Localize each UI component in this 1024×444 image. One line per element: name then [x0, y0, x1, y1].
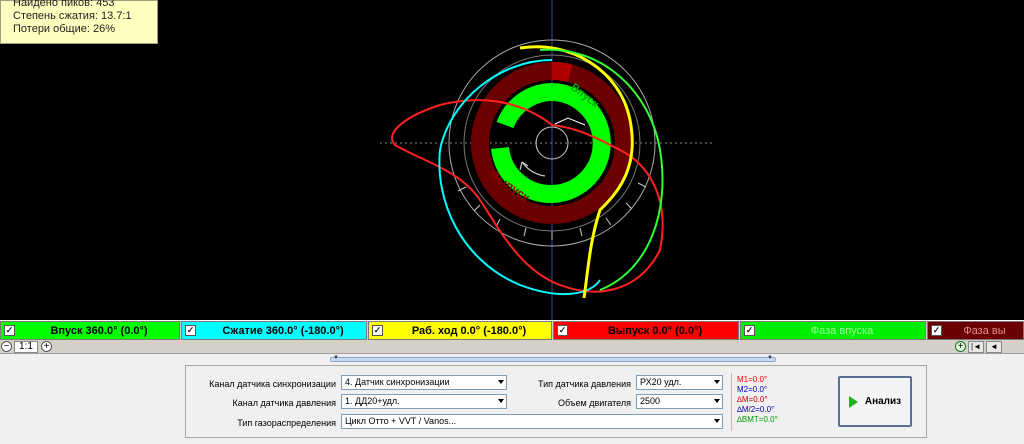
marker-m1: M1=0.0°: [737, 375, 768, 384]
phase-legend-bar: ✓ Впуск 360.0° (0.0°) ✓ Сжатие 360.0° (-18…: [0, 321, 1024, 340]
dropdown-arrow-icon: [714, 399, 720, 403]
marker-curve: [554, 117, 586, 126]
play-icon: [848, 395, 858, 408]
pressure-channel-select[interactable]: 1. ДД20+удл.: [341, 394, 507, 409]
sensor-type-label: Тип датчика давления: [537, 379, 631, 389]
sync-channel-label: Канал датчика синхронизации: [209, 379, 336, 389]
phase-exhaust[interactable]: ✓ Выпуск 0.0° (0.0°): [553, 321, 739, 340]
zoom-scale: 1:1: [14, 341, 38, 353]
chevron-down-icon: ▼: [767, 355, 773, 361]
marker-half-delta: ∆M/2=0.0°: [737, 405, 775, 414]
checkbox-icon[interactable]: ✓: [185, 325, 196, 336]
first-page-button[interactable]: |◄: [968, 341, 984, 353]
panel-splitter[interactable]: ▼ ▼: [330, 355, 776, 362]
pressure-channel-label: Канал датчика давления: [232, 398, 336, 408]
peaks-count: Найдено пиков: 453: [13, 0, 115, 9]
add-button[interactable]: +: [955, 341, 966, 352]
pressure-diagram[interactable]: Впуск Выпуск Найдено пиков: 453 Степень …: [0, 0, 1024, 320]
phase-intake-timing[interactable]: ✓ Фаза впуска: [740, 321, 926, 340]
zoom-in-button[interactable]: +: [41, 341, 52, 352]
phase-exhaust-timing[interactable]: ✓ Фаза вы: [927, 321, 1024, 340]
settings-group: Канал датчика синхронизации 4. Датчик си…: [185, 365, 927, 438]
marker-readouts: M1=0.0° M2=0.0° ∆M=0.0° ∆M/2=0.0° ∆ВМТ=0…: [737, 375, 778, 425]
sync-channel-select[interactable]: 4. Датчик синхронизации: [341, 375, 507, 390]
checkbox-icon[interactable]: ✓: [744, 325, 755, 336]
rotation-arrowhead: [519, 161, 529, 171]
checkbox-icon[interactable]: ✓: [557, 325, 568, 336]
checkbox-icon[interactable]: ✓: [372, 325, 383, 336]
analyze-button[interactable]: Анализ: [838, 376, 912, 427]
phase-compression[interactable]: ✓ Сжатие 360.0° (-180.0°): [181, 321, 367, 340]
phase-intake[interactable]: ✓ Впуск 360.0° (0.0°): [0, 321, 180, 340]
chevron-down-icon: ▼: [333, 355, 339, 361]
info-tooltip: Найдено пиков: 453 Степень сжатия: 13.7:…: [0, 0, 158, 44]
total-losses: Потери общие: 26%: [13, 23, 115, 35]
engine-volume-label: Объем двигателя: [558, 398, 631, 408]
checkbox-icon[interactable]: ✓: [4, 325, 15, 336]
phase-power-stroke[interactable]: ✓ Раб. ход 0.0° (-180.0°): [368, 321, 552, 340]
marker-delta: ∆M=0.0°: [737, 395, 768, 404]
diagram-canvas: Впуск Выпуск: [380, 0, 712, 320]
sensor-type-select[interactable]: РХ20 удл.: [636, 375, 723, 390]
dropdown-arrow-icon: [714, 380, 720, 384]
zoom-toolbar: − 1:1 + + |◄ ◄: [0, 340, 1024, 354]
compression-ratio: Степень сжатия: 13.7:1: [13, 10, 132, 22]
exhaust-ring-start: [551, 62, 573, 82]
markers-divider: [731, 373, 732, 431]
zoom-out-button[interactable]: −: [1, 341, 12, 352]
prev-page-button[interactable]: ◄: [986, 341, 1002, 353]
marker-m2: M2=0.0°: [737, 385, 768, 394]
dropdown-arrow-icon: [498, 380, 504, 384]
dropdown-arrow-icon: [498, 399, 504, 403]
marker-tdc-delta: ∆ВМТ=0.0°: [737, 415, 778, 424]
engine-volume-select[interactable]: 2500: [636, 394, 723, 409]
timing-type-label: Тип газораспределения: [237, 418, 336, 428]
checkbox-icon[interactable]: ✓: [931, 325, 942, 336]
timing-type-select[interactable]: Цикл Отто + VVT / Vanos...: [341, 414, 723, 429]
dropdown-arrow-icon: [714, 419, 720, 423]
